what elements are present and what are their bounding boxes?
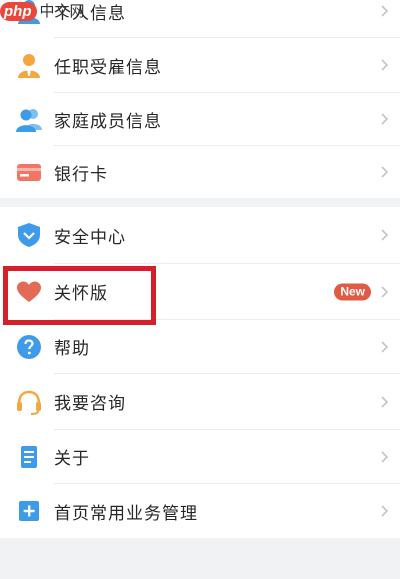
chevron-right-icon <box>381 340 389 353</box>
highlight-box <box>3 266 156 325</box>
settings-screen: php 中文网 个人信息 任职受雇信息 家庭成员信息 银行卡 安全中心 关怀版 … <box>0 0 400 579</box>
menu-item-label: 家庭成员信息 <box>54 111 162 132</box>
menu-item-help[interactable]: 帮助 <box>0 320 400 373</box>
menu-item-home-shortcuts[interactable]: 首页常用业务管理 <box>0 484 400 538</box>
watermark: php 中文网 <box>0 0 85 22</box>
document-icon <box>16 444 42 470</box>
shield-icon <box>16 222 42 248</box>
chevron-right-icon <box>381 285 389 298</box>
personal-info-group: 个人信息 任职受雇信息 家庭成员信息 银行卡 <box>0 0 400 198</box>
new-badge: New <box>334 283 371 300</box>
family-icon <box>16 106 42 132</box>
chevron-right-icon <box>381 450 389 463</box>
menu-item-label: 安全中心 <box>54 227 126 248</box>
menu-item-security-center[interactable]: 安全中心 <box>0 207 400 263</box>
general-group: 安全中心 关怀版 New 帮助 我要咨询 关于 首页常用业务管理 <box>0 207 400 538</box>
bank-card-icon <box>16 159 42 185</box>
employee-icon <box>16 52 42 78</box>
chevron-right-icon <box>381 395 389 408</box>
menu-item-family-info[interactable]: 家庭成员信息 <box>0 93 400 145</box>
menu-item-label: 任职受雇信息 <box>54 57 162 78</box>
headset-icon <box>16 389 42 415</box>
plus-square-icon <box>16 498 42 524</box>
chevron-right-icon <box>381 5 389 17</box>
menu-item-label: 帮助 <box>54 339 90 359</box>
watermark-text: 中文网 <box>39 1 85 20</box>
chevron-right-icon <box>381 229 389 241</box>
menu-item-label: 银行卡 <box>54 164 108 185</box>
menu-item-consult[interactable]: 我要咨询 <box>0 374 400 429</box>
chevron-right-icon <box>381 113 389 125</box>
menu-item-employment-info[interactable]: 任职受雇信息 <box>0 38 400 92</box>
menu-item-label: 关于 <box>54 449 90 469</box>
help-icon <box>16 334 42 360</box>
menu-item-label: 我要咨询 <box>54 394 126 414</box>
chevron-right-icon <box>381 505 389 517</box>
menu-item-bank-card[interactable]: 银行卡 <box>0 146 400 198</box>
chevron-right-icon <box>381 166 389 178</box>
chevron-right-icon <box>381 59 389 71</box>
menu-item-about[interactable]: 关于 <box>0 430 400 483</box>
watermark-logo: php <box>0 1 37 21</box>
menu-item-label: 首页常用业务管理 <box>54 503 198 524</box>
